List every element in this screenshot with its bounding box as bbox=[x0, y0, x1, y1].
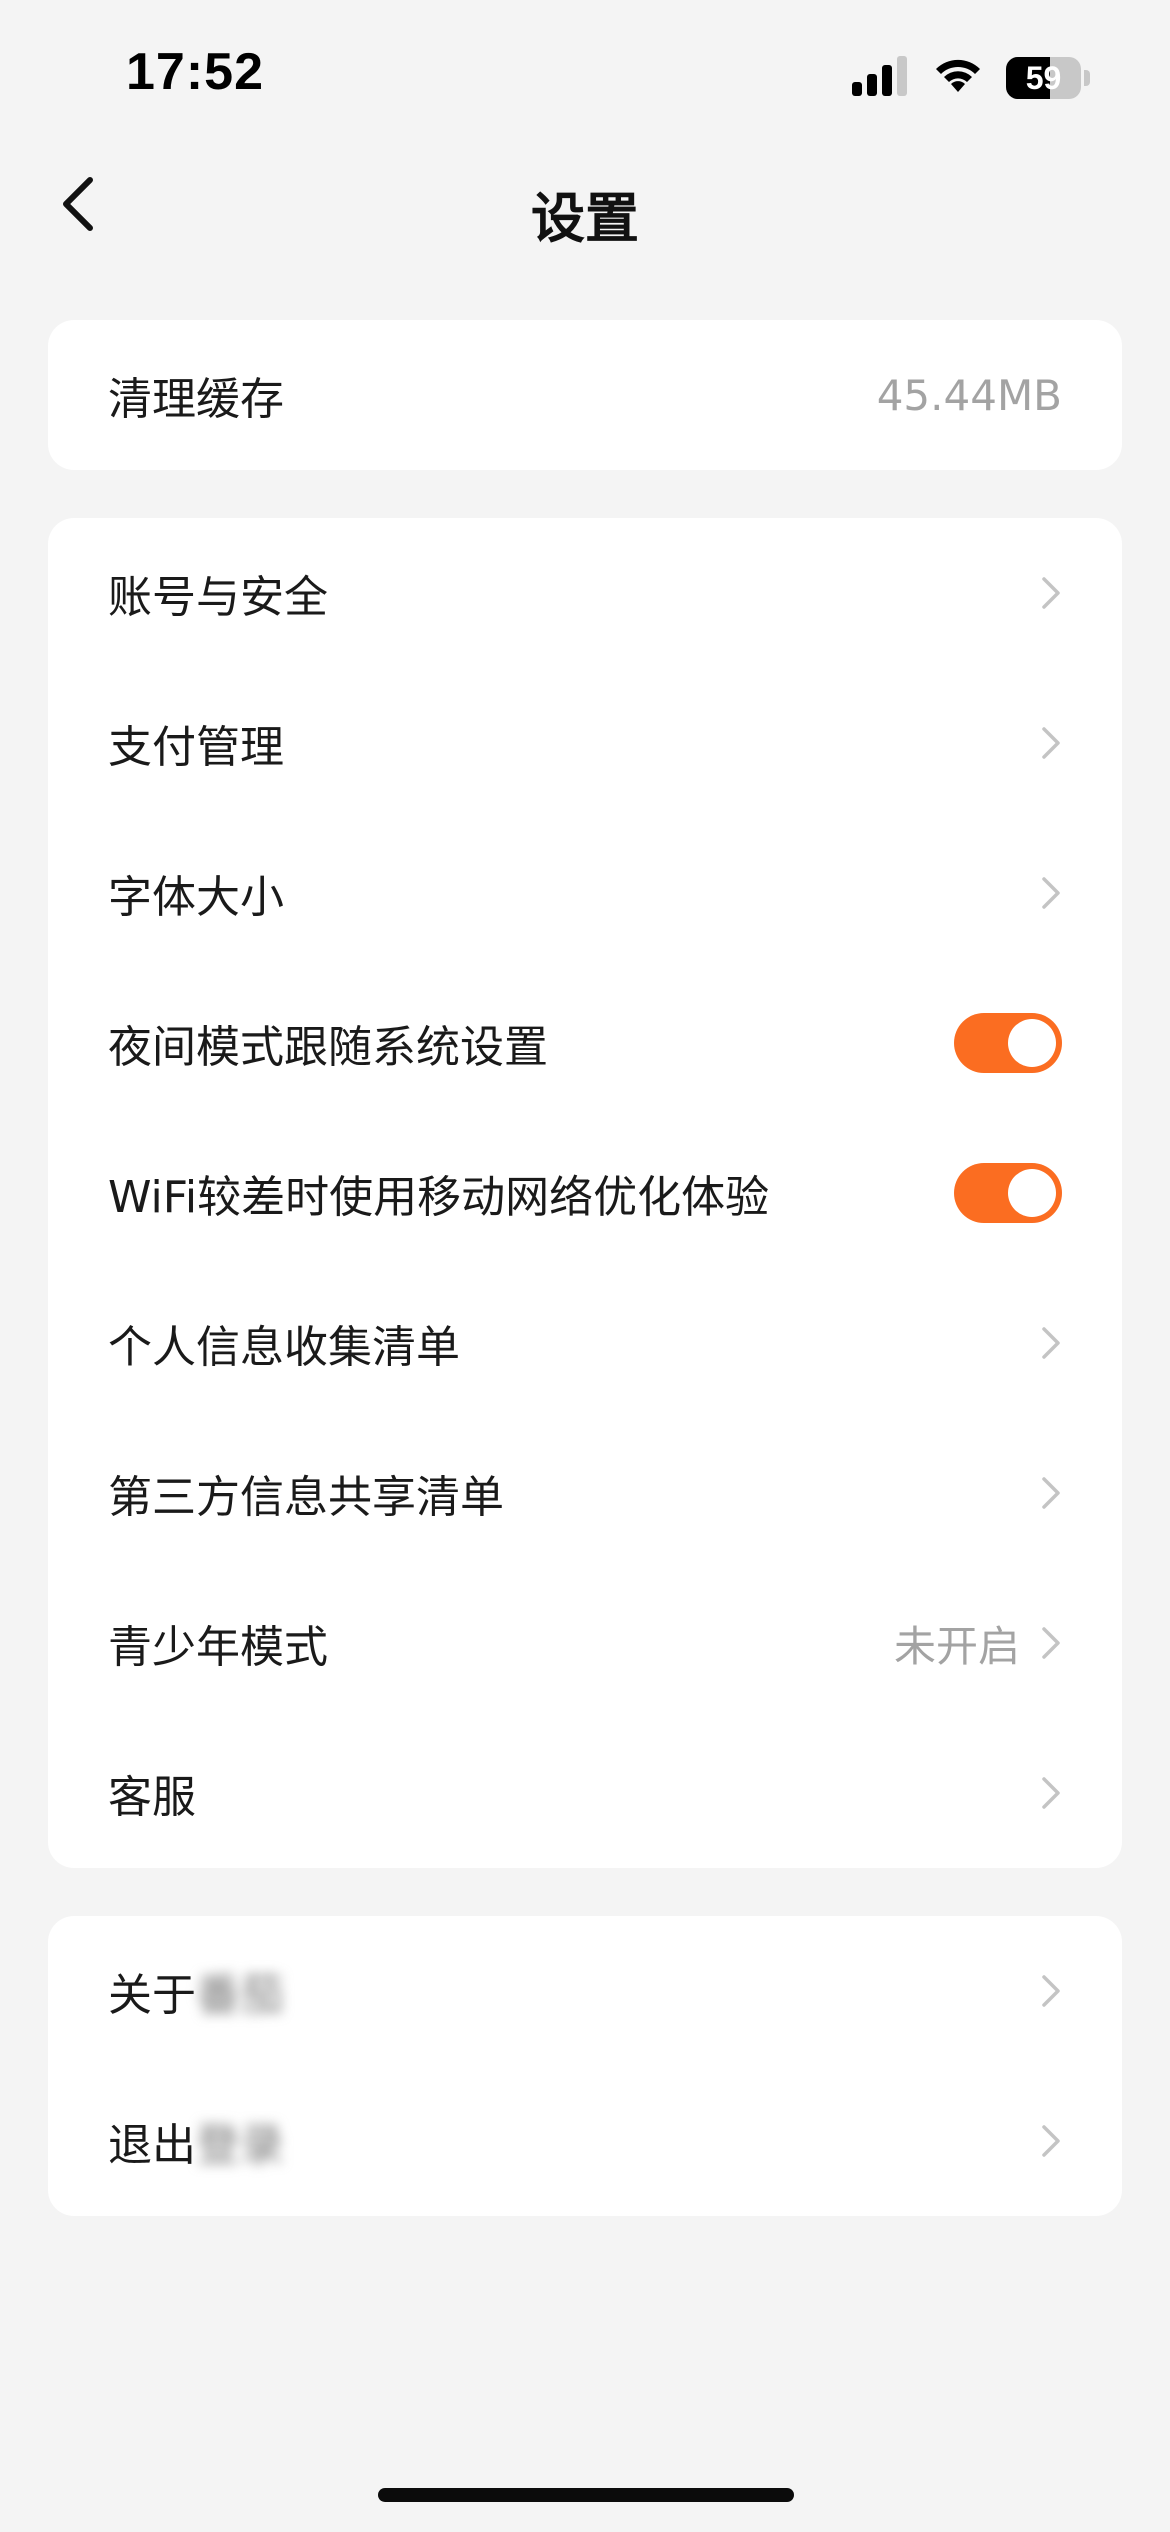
battery-icon: 59 bbox=[1006, 56, 1090, 100]
teen-mode-row[interactable]: 青少年模式 未开启 bbox=[48, 1568, 1122, 1718]
status-icons: 59 bbox=[852, 50, 1090, 106]
blurred-app-name: 番茄 bbox=[196, 1970, 284, 2021]
font-size-row[interactable]: 字体大小 bbox=[48, 818, 1122, 968]
account-security-row[interactable]: 账号与安全 bbox=[48, 518, 1122, 668]
third-party-sharing-row[interactable]: 第三方信息共享清单 bbox=[48, 1418, 1122, 1568]
night-mode-row: 夜间模式跟随系统设置 bbox=[48, 968, 1122, 1118]
customer-service-row[interactable]: 客服 bbox=[48, 1718, 1122, 1868]
blurred-logout-text: 登录 bbox=[196, 2120, 284, 2171]
chevron-right-icon bbox=[1040, 1623, 1062, 1663]
about-app-label: 关于番茄 bbox=[108, 1970, 284, 2021]
wifi-icon bbox=[932, 56, 984, 100]
customer-service-label: 客服 bbox=[108, 1772, 196, 1823]
logout-row[interactable]: 退出登录 bbox=[48, 2066, 1122, 2216]
cache-size-value: 45.44MB bbox=[876, 370, 1062, 420]
home-indicator[interactable] bbox=[378, 2488, 794, 2502]
about-app-row[interactable]: 关于番茄 bbox=[48, 1916, 1122, 2066]
cellular-signal-icon bbox=[852, 56, 910, 100]
about-card: 关于番茄 退出登录 bbox=[48, 1916, 1122, 2216]
chevron-right-icon bbox=[1040, 1773, 1062, 1813]
night-mode-label: 夜间模式跟随系统设置 bbox=[108, 1022, 548, 1073]
chevron-right-icon bbox=[1040, 2121, 1062, 2161]
payment-management-label: 支付管理 bbox=[108, 722, 284, 773]
navigation-bar: 设置 bbox=[0, 150, 1170, 262]
personal-info-list-row[interactable]: 个人信息收集清单 bbox=[48, 1268, 1122, 1418]
settings-card: 账号与安全 支付管理 字体大小 夜间模式跟随系统设置 WiFi较差时使用移动网络… bbox=[48, 518, 1122, 1868]
page-title: 设置 bbox=[531, 187, 639, 250]
battery-level: 59 bbox=[1025, 59, 1062, 96]
clear-cache-row[interactable]: 清理缓存 45.44MB bbox=[48, 320, 1122, 470]
clear-cache-label: 清理缓存 bbox=[108, 374, 284, 425]
account-security-label: 账号与安全 bbox=[108, 572, 328, 623]
teen-mode-status: 未开启 bbox=[893, 1621, 1020, 1671]
chevron-right-icon bbox=[1040, 1971, 1062, 2011]
wifi-optimize-label: WiFi较差时使用移动网络优化体验 bbox=[108, 1172, 770, 1223]
wifi-optimize-toggle[interactable] bbox=[954, 1163, 1062, 1223]
chevron-right-icon bbox=[1040, 1323, 1062, 1363]
personal-info-list-label: 个人信息收集清单 bbox=[108, 1322, 460, 1373]
wifi-optimize-row: WiFi较差时使用移动网络优化体验 bbox=[48, 1118, 1122, 1268]
payment-management-row[interactable]: 支付管理 bbox=[48, 668, 1122, 818]
third-party-sharing-label: 第三方信息共享清单 bbox=[108, 1472, 504, 1523]
cache-card: 清理缓存 45.44MB bbox=[48, 320, 1122, 470]
night-mode-toggle[interactable] bbox=[954, 1013, 1062, 1073]
logout-label: 退出登录 bbox=[108, 2120, 284, 2171]
status-time: 17:52 bbox=[126, 43, 264, 101]
status-bar: 17:52 59 bbox=[0, 0, 1170, 150]
chevron-right-icon bbox=[1040, 873, 1062, 913]
chevron-right-icon bbox=[1040, 573, 1062, 613]
chevron-right-icon bbox=[1040, 1473, 1062, 1513]
chevron-right-icon bbox=[1040, 723, 1062, 763]
teen-mode-label: 青少年模式 bbox=[108, 1622, 328, 1673]
font-size-label: 字体大小 bbox=[108, 872, 284, 923]
